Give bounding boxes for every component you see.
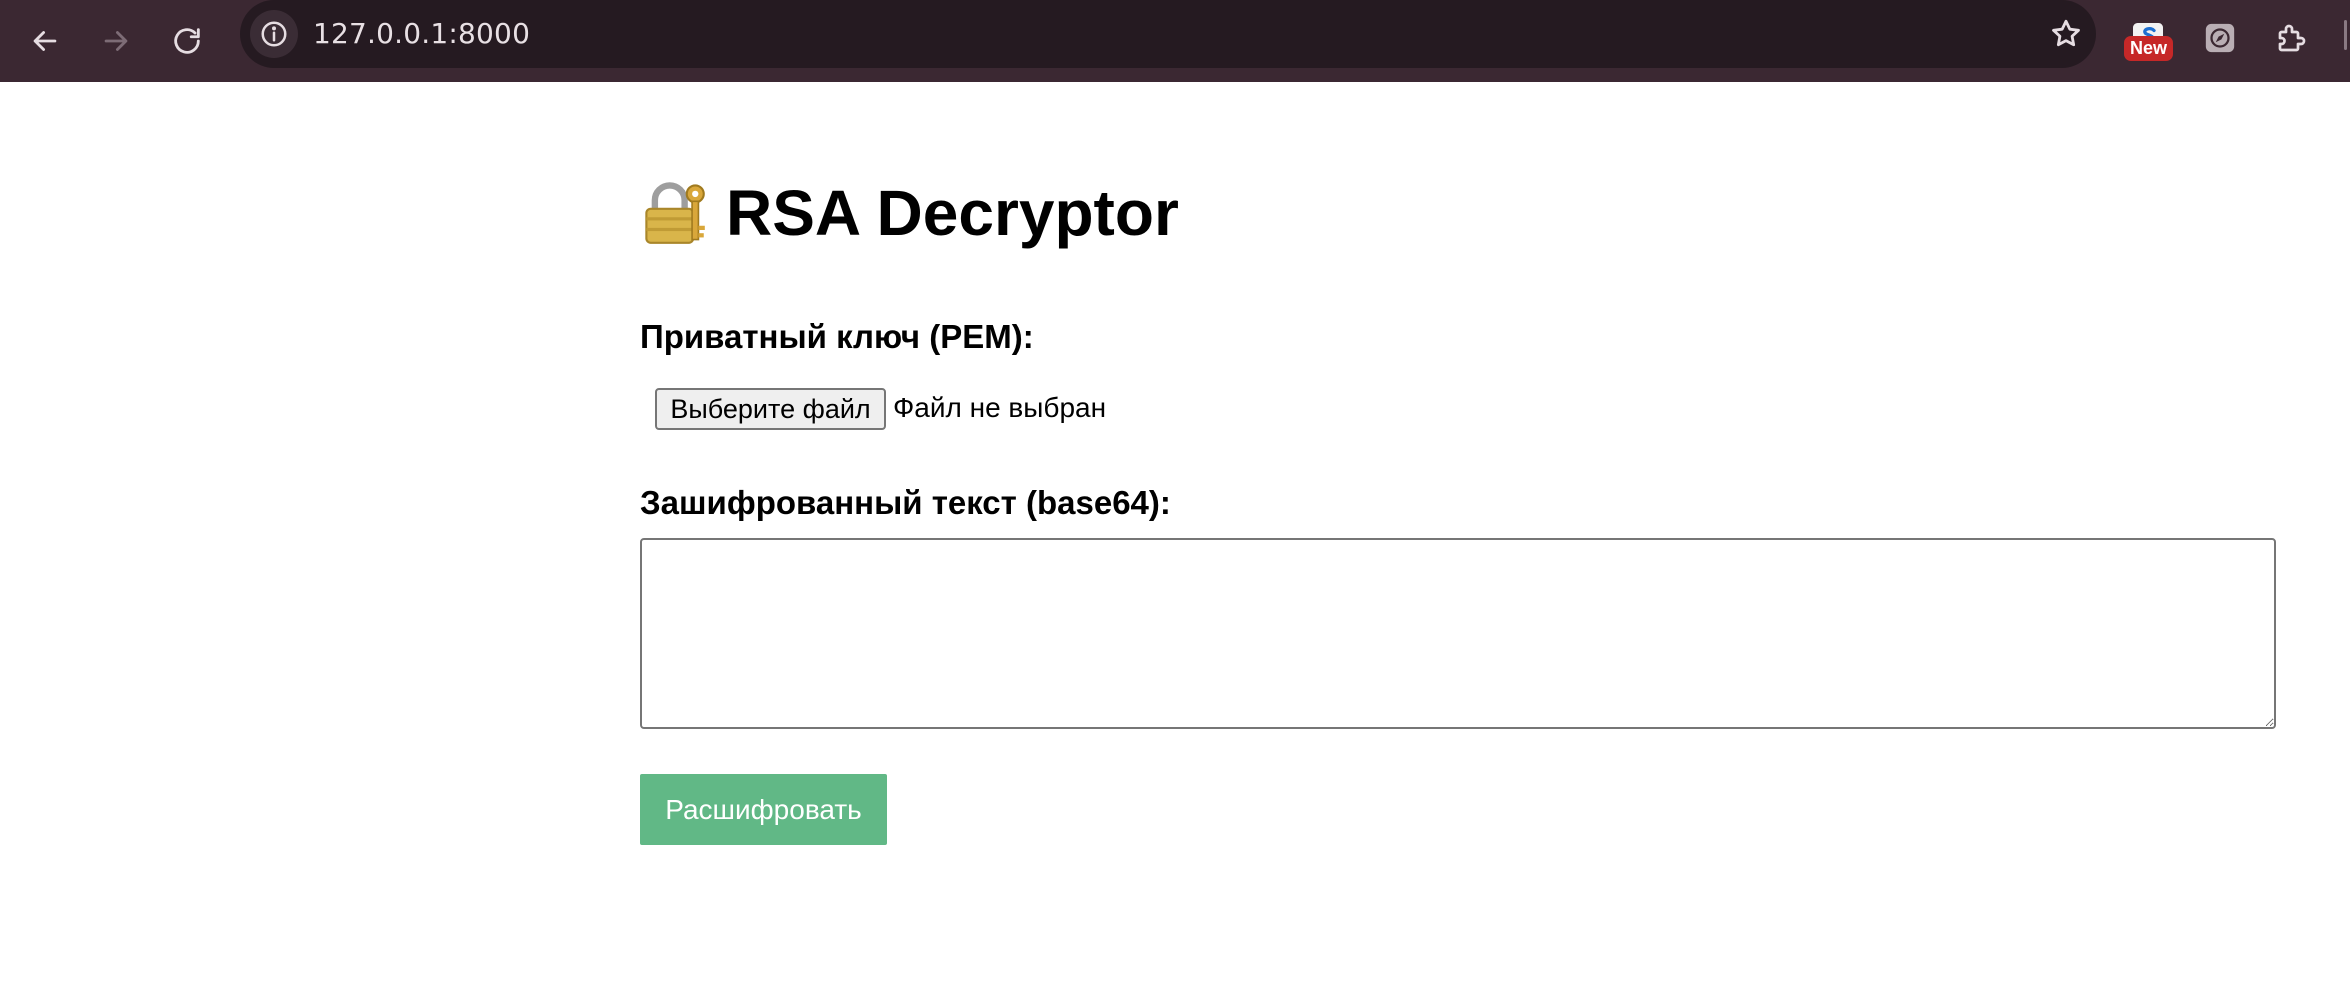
ciphertext-label: Зашифрованный текст (base64): [640,484,1171,521]
extension-compass-button[interactable] [2196,14,2244,62]
choose-file-button[interactable]: Выберите файл [655,388,886,430]
decrypt-button[interactable]: Расшифровать [640,774,887,845]
forward-button[interactable] [87,12,145,70]
reload-icon [174,28,200,54]
compass-extension-icon [2205,23,2235,53]
ciphertext-input[interactable] [640,538,2276,729]
arrow-right-icon [104,31,128,51]
file-status-text: Файл не выбран [893,392,1107,423]
private-key-label: Приватный ключ (PEM): [640,318,1034,355]
puzzle-icon [2278,24,2306,52]
reload-button[interactable] [158,12,216,70]
arrow-left-icon [33,31,57,51]
extensions-menu-button[interactable] [2268,14,2316,62]
browser-toolbar: 127.0.0.1:8000 New [0,0,2350,82]
new-badge: New [2124,36,2174,61]
address-bar[interactable]: 127.0.0.1:8000 [240,0,2096,68]
info-icon [261,21,287,47]
back-button[interactable] [16,12,74,70]
bookmark-button[interactable] [2046,14,2086,54]
star-icon [2052,19,2080,47]
page-title: RSA Decryptor [640,176,1179,250]
lock-with-key-icon [645,182,705,244]
site-info-button[interactable] [250,10,298,58]
toolbar-divider [2344,20,2347,50]
url-text: 127.0.0.1:8000 [313,17,531,50]
page-title-text: RSA Decryptor [726,177,1179,249]
